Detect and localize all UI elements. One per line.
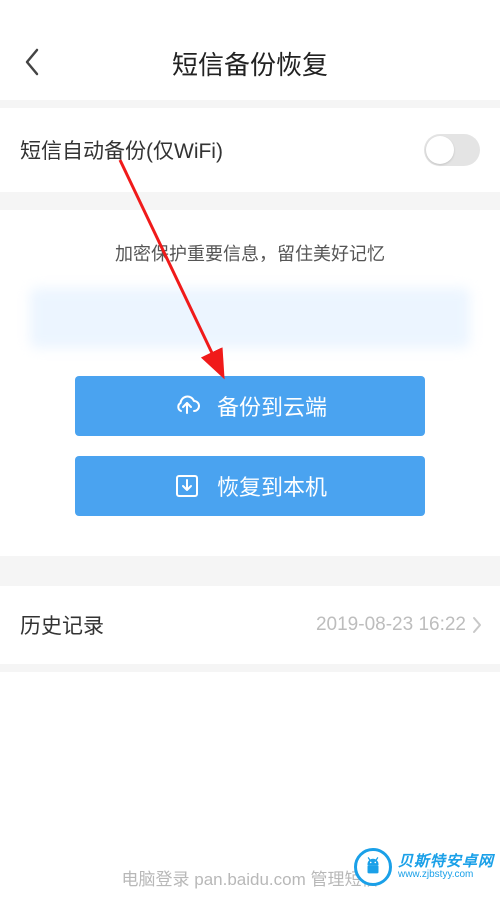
header: 短信备份恢复 xyxy=(0,0,500,100)
page-title: 短信备份恢复 xyxy=(172,45,328,82)
divider xyxy=(0,664,500,672)
auto-backup-label: 短信自动备份(仅WiFi) xyxy=(20,135,223,165)
restore-to-device-button[interactable]: 恢复到本机 xyxy=(75,456,425,516)
toggle-knob xyxy=(426,136,454,164)
divider xyxy=(0,556,500,586)
restore-button-label: 恢复到本机 xyxy=(217,470,327,502)
history-timestamp: 2019-08-23 16:22 xyxy=(316,614,466,636)
history-section: 历史记录 2019-08-23 16:22 xyxy=(0,586,500,664)
backup-card: 加密保护重要信息，留住美好记忆 备份到云端 恢复到本机 xyxy=(0,210,500,556)
divider xyxy=(0,192,500,210)
backup-to-cloud-button[interactable]: 备份到云端 xyxy=(75,376,425,436)
cloud-upload-icon xyxy=(173,392,201,420)
back-button[interactable] xyxy=(12,42,52,82)
history-meta: 2019-08-23 16:22 xyxy=(316,614,482,636)
auto-backup-row: 短信自动备份(仅WiFi) xyxy=(0,108,500,192)
history-label: 历史记录 xyxy=(20,610,104,640)
chevron-left-icon xyxy=(24,48,40,76)
backup-button-label: 备份到云端 xyxy=(217,390,327,422)
download-box-icon xyxy=(173,472,201,500)
auto-backup-toggle[interactable] xyxy=(424,134,480,166)
divider xyxy=(0,100,500,108)
promo-image-placeholder xyxy=(30,288,470,348)
auto-backup-section: 短信自动备份(仅WiFi) xyxy=(0,108,500,192)
promo-text: 加密保护重要信息，留住美好记忆 xyxy=(25,240,475,266)
history-row[interactable]: 历史记录 2019-08-23 16:22 xyxy=(0,586,500,664)
footer-tip: 电脑登录 pan.baidu.com 管理短信 xyxy=(0,865,500,892)
chevron-right-icon xyxy=(472,616,482,634)
